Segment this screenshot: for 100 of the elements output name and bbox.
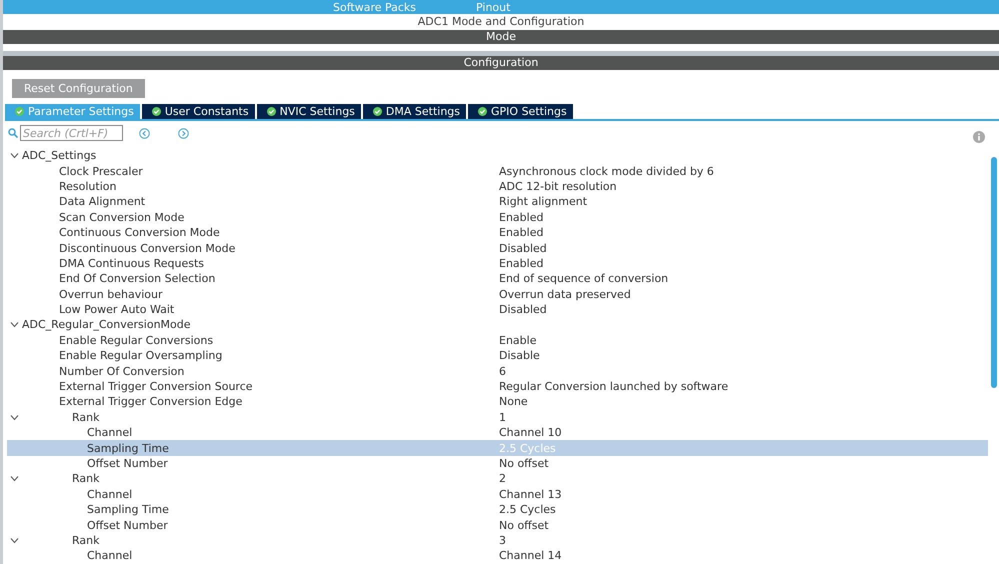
parameter-label: End Of Conversion Selection [59, 272, 216, 286]
parameter-value: Overrun data preserved [499, 288, 632, 301]
tree-row[interactable]: Low Power Auto Wait Disabled [7, 302, 988, 318]
parameter-value: Regular Conversion launched by software [499, 380, 730, 394]
parameter-label: ADC_Settings [22, 149, 96, 162]
tree-row[interactable]: Sampling Time 2.5 Cycles [7, 440, 988, 456]
parameter-label: Offset Number [87, 457, 168, 470]
parameter-value: Asynchronous clock mode divided by 6 [499, 164, 715, 178]
parameter-value: 2.5 Cycles [499, 442, 557, 455]
parameter-value: Enabled [499, 256, 544, 270]
tree-row[interactable]: Continuous Conversion Mode Enabled [7, 224, 988, 240]
parameter-value: Channel 10 [499, 426, 563, 440]
parameter-value: 1 [499, 410, 507, 424]
tree-row[interactable]: Offset Number No offset [7, 456, 988, 472]
panel-title: ADC1 Mode and Configuration [416, 14, 586, 30]
tree-row[interactable]: Number Of Conversion 6 [7, 363, 988, 379]
tree-row[interactable]: Overrun behaviour Overrun data preserved [7, 286, 988, 302]
parameter-label: Sampling Time [87, 442, 169, 455]
tree-row[interactable]: External Trigger Conversion Edge None [7, 394, 988, 410]
parameter-value: Enabled [499, 226, 544, 240]
parameter-value: Disabled [499, 303, 548, 316]
tree-row[interactable]: ADC_Regular_ConversionMode [7, 317, 988, 333]
parameter-value: 6 [499, 364, 507, 378]
tab[interactable]: NVIC Settings [256, 104, 361, 119]
parameter-label: Overrun behaviour [59, 288, 162, 301]
chevron-icon[interactable] [10, 475, 19, 482]
tab[interactable]: GPIO Settings [468, 104, 573, 119]
parameter-value: Channel 13 [499, 488, 563, 501]
parameter-value: No offset [499, 518, 550, 532]
tab[interactable]: User Constants [142, 104, 255, 119]
tree-row[interactable]: End Of Conversion Selection End of sequence of conversion [7, 271, 988, 287]
parameter-value: ADC 12-bit resolution [499, 180, 618, 193]
search-field[interactable]: Search (Crtl+F) [20, 125, 123, 141]
chevron-icon[interactable] [10, 321, 19, 328]
tree-row[interactable]: External Trigger Conversion Source Regular Conversion launched by software [7, 378, 988, 394]
parameter-label: Scan Conversion Mode [59, 210, 184, 224]
parameter-value: Right alignment [499, 195, 588, 208]
parameter-value: Disabled [499, 242, 548, 255]
parameter-label: External Trigger Conversion Source [59, 380, 253, 394]
check-circle-icon [372, 107, 382, 116]
parameter-value: Enabled [499, 210, 544, 224]
parameter-value: 2.5 Cycles [499, 503, 557, 516]
parameter-label: Rank [72, 472, 100, 486]
tree-row[interactable]: Enable Regular Conversions Enable [7, 332, 988, 348]
tree-row[interactable]: Enable Regular Oversampling Disable [7, 348, 988, 364]
tree-row[interactable]: Offset Number No offset [7, 517, 988, 533]
chevron-icon[interactable] [10, 536, 19, 544]
check-circle-icon [15, 107, 24, 116]
tree-row[interactable]: Rank 2 [7, 471, 988, 487]
tree-row[interactable]: Data Alignment Right alignment [7, 194, 988, 210]
parameter-label: Enable Regular Conversions [59, 334, 214, 347]
tab[interactable]: DMA Settings [362, 104, 466, 119]
tree-row[interactable]: Channel Channel 13 [7, 486, 988, 502]
tree-row[interactable]: Scan Conversion Mode Enabled [7, 210, 988, 225]
parameter-label: Rank [72, 534, 100, 547]
section-header[interactable]: Configuration [3, 56, 999, 70]
parameter-label: DMA Continuous Requests [59, 256, 204, 270]
check-circle-icon [152, 107, 161, 116]
tree-row[interactable]: DMA Continuous Requests Enabled [7, 256, 988, 272]
parameter-label: External Trigger Conversion Edge [59, 395, 242, 408]
parameter-label: Channel [87, 488, 132, 501]
parameter-label: Data Alignment [59, 195, 146, 208]
parameter-value: Channel 14 [499, 549, 563, 562]
parameter-label: Rank [72, 410, 100, 424]
parameter-label: Channel [87, 426, 132, 440]
tree-row[interactable]: Sampling Time 2.5 Cycles [7, 502, 988, 518]
parameter-label: Enable Regular Oversampling [59, 349, 222, 362]
tree-row[interactable]: Rank 1 [7, 410, 988, 426]
parameter-value: Enable [499, 334, 538, 347]
parameter-label: Continuous Conversion Mode [59, 226, 220, 240]
parameter-label: Sampling Time [87, 503, 169, 516]
parameter-value: No offset [499, 457, 550, 470]
parameter-value: 3 [499, 534, 507, 547]
parameter-label: Offset Number [87, 518, 168, 532]
tree-row[interactable]: Channel Channel 14 [7, 548, 988, 564]
chevron-icon[interactable] [10, 414, 19, 421]
parameter-label: Low Power Auto Wait [59, 303, 174, 316]
scrollbar-thumb[interactable] [990, 157, 996, 388]
tree-row[interactable]: Clock Prescaler Asynchronous clock mode divided by 6 [7, 163, 988, 179]
tree-row[interactable]: Rank 3 [7, 532, 988, 548]
parameter-value: End of sequence of conversion [499, 272, 670, 286]
tree-row[interactable]: Channel Channel 10 [7, 425, 988, 440]
next-icon[interactable] [178, 128, 189, 138]
parameter-label: Number Of Conversion [59, 364, 184, 378]
tree-row[interactable]: Discontinuous Conversion Mode Disabled [7, 240, 988, 256]
tree-row[interactable]: ADC_Settings [7, 148, 988, 164]
tree-row[interactable]: Resolution ADC 12-bit resolution [7, 178, 988, 194]
parameter-label: Discontinuous Conversion Mode [59, 242, 236, 255]
parameter-value: None [499, 395, 529, 408]
parameter-value: 2 [499, 472, 507, 486]
parameter-label: Channel [87, 549, 132, 562]
previous-icon[interactable] [139, 128, 150, 138]
parameter-value: Disable [499, 349, 541, 362]
chevron-icon[interactable] [10, 152, 19, 159]
section-header[interactable]: Mode [3, 30, 999, 44]
parameter-label: ADC_Regular_ConversionMode [22, 318, 191, 332]
parameter-label: Clock Prescaler [59, 164, 143, 178]
check-circle-icon [478, 107, 488, 116]
search-icon [8, 128, 18, 138]
check-circle-icon [266, 107, 276, 116]
